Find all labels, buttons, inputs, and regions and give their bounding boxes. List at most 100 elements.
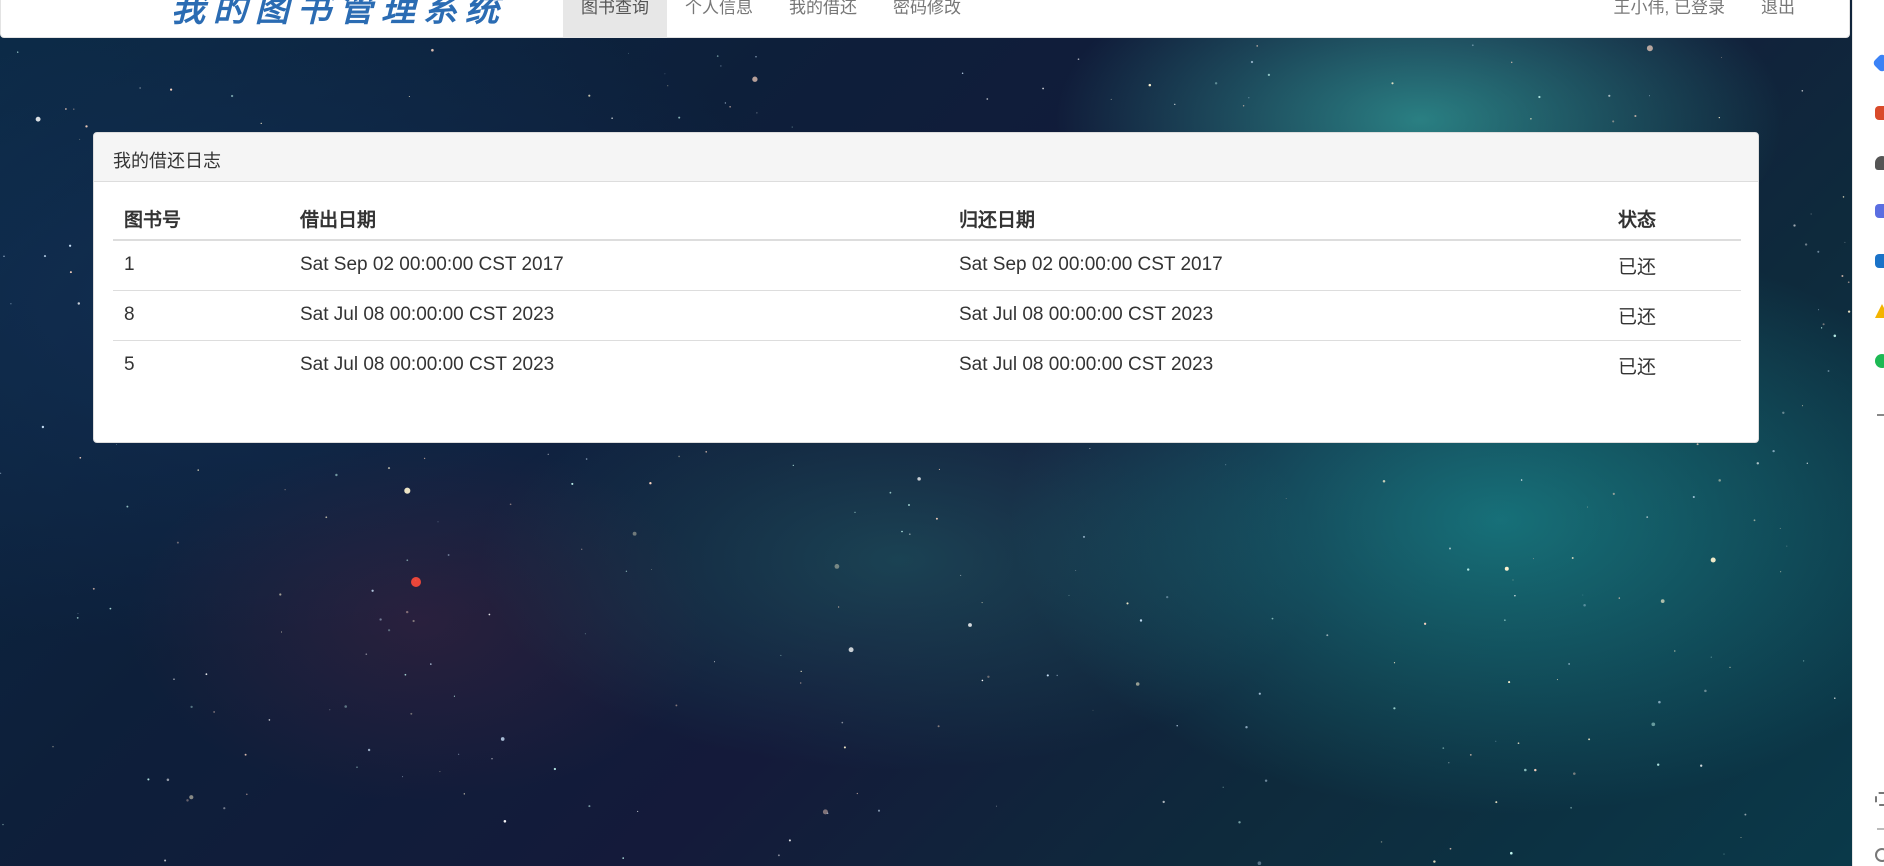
star (1802, 660, 1805, 662)
add-icon[interactable] (1877, 414, 1884, 416)
star (1449, 547, 1451, 550)
star (1166, 595, 1169, 599)
star (1126, 602, 1129, 605)
logout-link[interactable]: 退出 (1743, 0, 1813, 38)
star (1660, 599, 1665, 603)
star (1471, 44, 1474, 47)
star (981, 602, 983, 604)
star (1508, 681, 1511, 684)
star (1110, 98, 1112, 100)
star (453, 695, 455, 697)
star (367, 748, 371, 752)
cell-book-id: 1 (124, 254, 135, 276)
cell-borrow-date: Sat Jul 08 00:00:00 CST 2023 (289, 339, 948, 390)
star (68, 244, 72, 247)
star (938, 468, 940, 470)
star (1148, 83, 1152, 87)
tab-book-search[interactable]: 图书查询 (563, 0, 667, 38)
star (1135, 682, 1140, 686)
spotify-icon[interactable] (1875, 354, 1884, 368)
star (1583, 603, 1586, 607)
cell-book-id: 8 (113, 289, 289, 340)
star (1139, 619, 1143, 622)
cell-return-date: Sat Jul 08 00:00:00 CST 2023 (948, 339, 1607, 390)
gift-icon[interactable] (1875, 106, 1884, 120)
star (1744, 813, 1747, 816)
star (1801, 405, 1804, 407)
star (1534, 768, 1537, 772)
star (1822, 323, 1825, 326)
star (406, 559, 409, 562)
star (841, 721, 844, 724)
star (1674, 650, 1676, 652)
top-navbar: 我的图书管理系统 图书查询 个人信息 我的借还 密码修改 王小伟, 已登录 退出 (0, 0, 1850, 38)
star (116, 444, 117, 445)
star (1423, 622, 1427, 625)
star (356, 766, 358, 769)
star (756, 112, 758, 114)
person-icon[interactable] (1875, 156, 1884, 170)
star (1571, 557, 1574, 559)
star (1780, 571, 1782, 573)
star (1176, 724, 1178, 727)
star (724, 102, 727, 104)
star (1089, 447, 1091, 449)
star (1467, 568, 1470, 571)
star (176, 541, 179, 544)
star (76, 617, 79, 619)
star (777, 854, 780, 857)
star (889, 491, 892, 494)
user-status[interactable]: 王小伟, 已登录 (1596, 0, 1743, 38)
red-star (411, 577, 421, 587)
star (581, 548, 583, 550)
star (1510, 851, 1513, 855)
star (1267, 73, 1271, 77)
tab-my-borrowing[interactable]: 我的借还 (771, 0, 875, 38)
screenshot-icon[interactable] (1875, 792, 1884, 806)
star (1222, 786, 1224, 788)
star (65, 108, 67, 110)
star (834, 564, 840, 569)
star (1449, 847, 1452, 850)
star (281, 631, 282, 633)
star (1250, 60, 1254, 64)
star (1285, 498, 1287, 499)
star (917, 477, 921, 481)
star (1238, 821, 1241, 824)
star (329, 709, 331, 711)
star (987, 675, 990, 679)
outlook-icon[interactable] (1875, 254, 1884, 268)
star (1833, 334, 1837, 338)
tab-personal-info[interactable]: 个人信息 (667, 0, 771, 38)
star (935, 517, 938, 520)
star (147, 778, 150, 781)
diamond-icon[interactable] (1872, 53, 1884, 73)
star (755, 56, 757, 58)
star (109, 607, 112, 610)
copilot-icon[interactable] (1875, 204, 1884, 218)
star (678, 455, 680, 458)
cell-status: 已还 (1607, 289, 1741, 340)
table-header-row: 图书号 借出日期 归还日期 状态 (113, 197, 1741, 241)
star (387, 467, 391, 470)
star (585, 458, 588, 460)
star (1657, 763, 1660, 766)
star (571, 482, 574, 485)
star (1582, 594, 1584, 596)
star (244, 753, 247, 756)
star (1382, 479, 1386, 483)
drive-icon[interactable] (1875, 304, 1884, 318)
star (85, 125, 88, 128)
star (1700, 764, 1703, 767)
star (1704, 689, 1707, 693)
star (10, 303, 12, 305)
cell-status: 已还 (1607, 339, 1741, 390)
settings-icon[interactable] (1875, 848, 1884, 862)
star (1772, 449, 1775, 453)
star (800, 670, 802, 673)
star (843, 746, 846, 749)
star (408, 96, 410, 97)
tab-change-password[interactable]: 密码修改 (875, 0, 979, 38)
star (79, 456, 82, 459)
brand-logo[interactable]: 我的图书管理系统 (171, 0, 507, 31)
